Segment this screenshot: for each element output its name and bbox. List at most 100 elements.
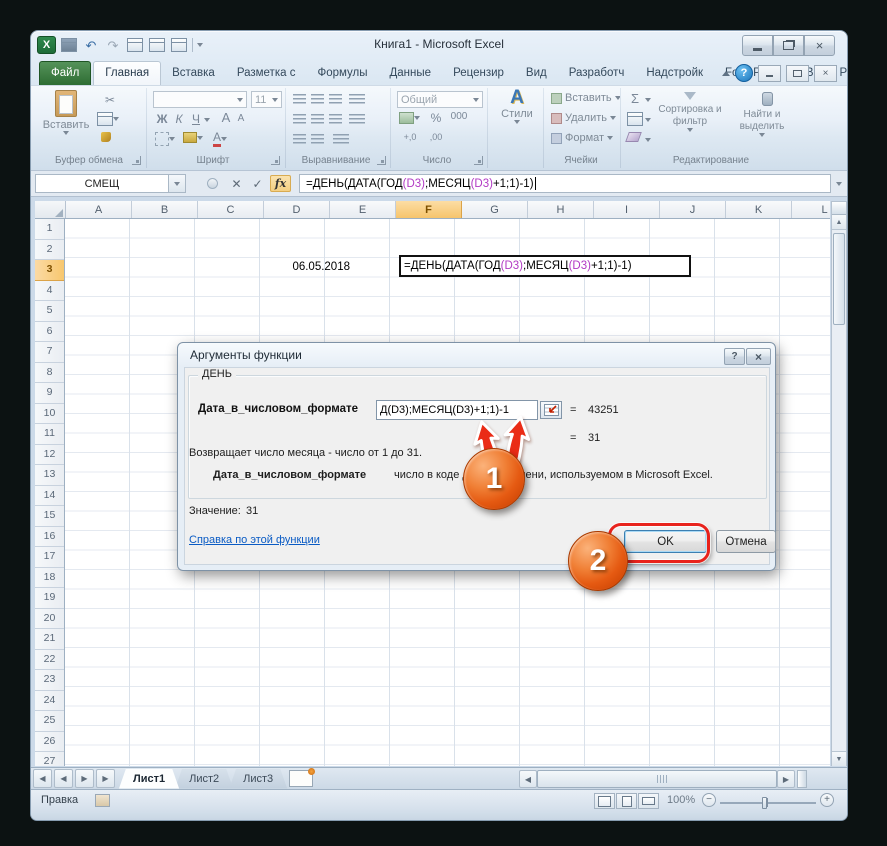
row-header[interactable]: 13 (35, 465, 64, 486)
row-header[interactable]: 27 (35, 752, 64, 766)
column-header[interactable]: F (396, 201, 462, 219)
ribbon-tab[interactable]: Вставка (161, 62, 226, 85)
sheet-tab[interactable]: Лист2 (175, 769, 233, 789)
underline-dropdown-icon[interactable] (204, 118, 210, 122)
italic-button[interactable]: К (172, 112, 186, 126)
alignment-dialog-launcher-icon[interactable] (377, 156, 386, 165)
name-box-dropdown-icon[interactable] (169, 174, 186, 193)
find-select-button[interactable]: Найти и выделить (731, 92, 793, 137)
doc-minimize-button[interactable] (758, 65, 781, 82)
row-header[interactable]: 23 (35, 670, 64, 691)
prev-sheet-icon[interactable]: ◀ (54, 769, 73, 788)
font-color-icon[interactable]: А (213, 130, 227, 147)
row-header[interactable]: 9 (35, 383, 64, 404)
column-header[interactable]: A (66, 201, 132, 219)
ribbon-tab[interactable]: Главная (93, 61, 161, 85)
ribbon-tab[interactable]: Рецензир (442, 62, 515, 85)
wrap-text-icon[interactable] (333, 134, 349, 144)
select-all-corner[interactable] (35, 201, 66, 219)
row-header[interactable]: 8 (35, 363, 64, 384)
styles-button[interactable]: A Стили (493, 92, 541, 124)
row-header[interactable]: 12 (35, 445, 64, 466)
row-header[interactable]: 19 (35, 588, 64, 609)
increase-decimal-button[interactable]: +,0 (399, 132, 421, 142)
next-sheet-icon[interactable]: ▶ (75, 769, 94, 788)
column-header[interactable]: D (264, 201, 330, 219)
scroll-left-icon[interactable]: ◀ (519, 770, 537, 788)
enter-entry-icon[interactable]: ✓ (248, 175, 267, 192)
row-header[interactable]: 16 (35, 527, 64, 548)
align-middle-icon[interactable] (311, 94, 324, 104)
increase-indent-icon[interactable] (311, 134, 324, 144)
align-bottom-icon[interactable] (329, 94, 342, 104)
accounting-format-icon[interactable] (399, 112, 420, 124)
align-top-icon[interactable] (293, 94, 306, 104)
row-header[interactable]: 10 (35, 404, 64, 425)
row-header[interactable]: 17 (35, 547, 64, 568)
minimize-ribbon-icon[interactable] (722, 71, 730, 76)
insert-cells-button[interactable]: Вставить (551, 92, 621, 104)
grow-font-button[interactable]: А (219, 110, 233, 125)
row-header[interactable]: 18 (35, 568, 64, 589)
zoom-slider-thumb[interactable] (762, 797, 767, 809)
row-header[interactable]: 2 (35, 240, 64, 261)
normal-view-icon[interactable] (594, 793, 615, 809)
name-box[interactable]: СМЕЩ (35, 174, 169, 193)
merge-center-icon[interactable] (349, 114, 365, 124)
column-header[interactable]: B (132, 201, 198, 219)
font-dialog-launcher-icon[interactable] (271, 156, 280, 165)
insert-function-icon[interactable]: fx (270, 175, 291, 192)
column-header[interactable]: I (594, 201, 660, 219)
row-header[interactable]: 5 (35, 301, 64, 322)
ribbon-tab[interactable]: Разработч (558, 62, 636, 85)
paste-button[interactable]: Вставить (43, 90, 89, 135)
borders-icon[interactable] (155, 132, 175, 146)
insert-worksheet-icon[interactable] (289, 770, 313, 787)
decrease-indent-icon[interactable] (293, 134, 306, 144)
cell-f3-edit-box[interactable]: =ДЕНЬ(ДАТА(ГОД(D3);МЕСЯЦ(D3)+1;1)-1) (399, 255, 691, 277)
row-header[interactable]: 11 (35, 424, 64, 445)
sheet-tab[interactable]: Лист3 (229, 769, 287, 789)
zoom-slider-track[interactable] (720, 802, 816, 804)
minimize-button[interactable] (742, 35, 773, 56)
number-dialog-launcher-icon[interactable] (474, 156, 483, 165)
restore-button[interactable] (773, 35, 804, 56)
bold-button[interactable]: Ж (155, 112, 169, 126)
ribbon-tab[interactable]: Вид (515, 62, 558, 85)
horizontal-scroll-thumb[interactable] (537, 770, 777, 788)
sort-filter-button[interactable]: Сортировка и фильтр (657, 92, 723, 132)
zoom-out-icon[interactable]: − (702, 793, 716, 807)
cancel-entry-icon[interactable]: ✕ (227, 175, 246, 192)
font-size-combo[interactable]: 11 (251, 91, 282, 108)
row-header[interactable]: 26 (35, 732, 64, 753)
ribbon-tab[interactable]: Разметка с (226, 62, 307, 85)
fill-icon[interactable] (627, 112, 643, 126)
scroll-down-icon[interactable]: ▼ (832, 751, 846, 766)
format-painter-icon[interactable] (101, 132, 111, 142)
collapse-icon[interactable] (203, 175, 222, 192)
vertical-scroll-thumb[interactable] (833, 233, 845, 325)
format-cells-button[interactable]: Формат (551, 132, 613, 144)
dialog-help-icon[interactable]: ? (724, 348, 745, 365)
decrease-decimal-button[interactable]: ,00 (425, 132, 447, 142)
row-header[interactable]: 14 (35, 486, 64, 507)
fill-color-icon[interactable] (183, 132, 203, 143)
column-header[interactable]: K (726, 201, 792, 219)
row-header[interactable]: 7 (35, 342, 64, 363)
cut-icon[interactable]: ✂ (101, 92, 119, 108)
ribbon-tab[interactable]: Данные (379, 62, 443, 85)
cell-d3[interactable]: 06.05.2018 (290, 258, 354, 276)
align-center-icon[interactable] (311, 114, 324, 124)
column-header[interactable]: H (528, 201, 594, 219)
expand-formula-bar-icon[interactable] (836, 182, 842, 186)
row-header[interactable]: 24 (35, 691, 64, 712)
percent-style-button[interactable]: % (429, 111, 443, 125)
ribbon-tab[interactable]: Надстройк (635, 62, 714, 85)
vertical-split-handle[interactable] (832, 202, 846, 215)
column-header[interactable]: C (198, 201, 264, 219)
dialog-close-icon[interactable]: × (746, 348, 771, 365)
row-header[interactable]: 3 (35, 260, 64, 281)
copy-icon[interactable] (97, 112, 119, 126)
delete-cells-button[interactable]: Удалить (551, 112, 616, 124)
close-button[interactable]: × (804, 35, 835, 56)
